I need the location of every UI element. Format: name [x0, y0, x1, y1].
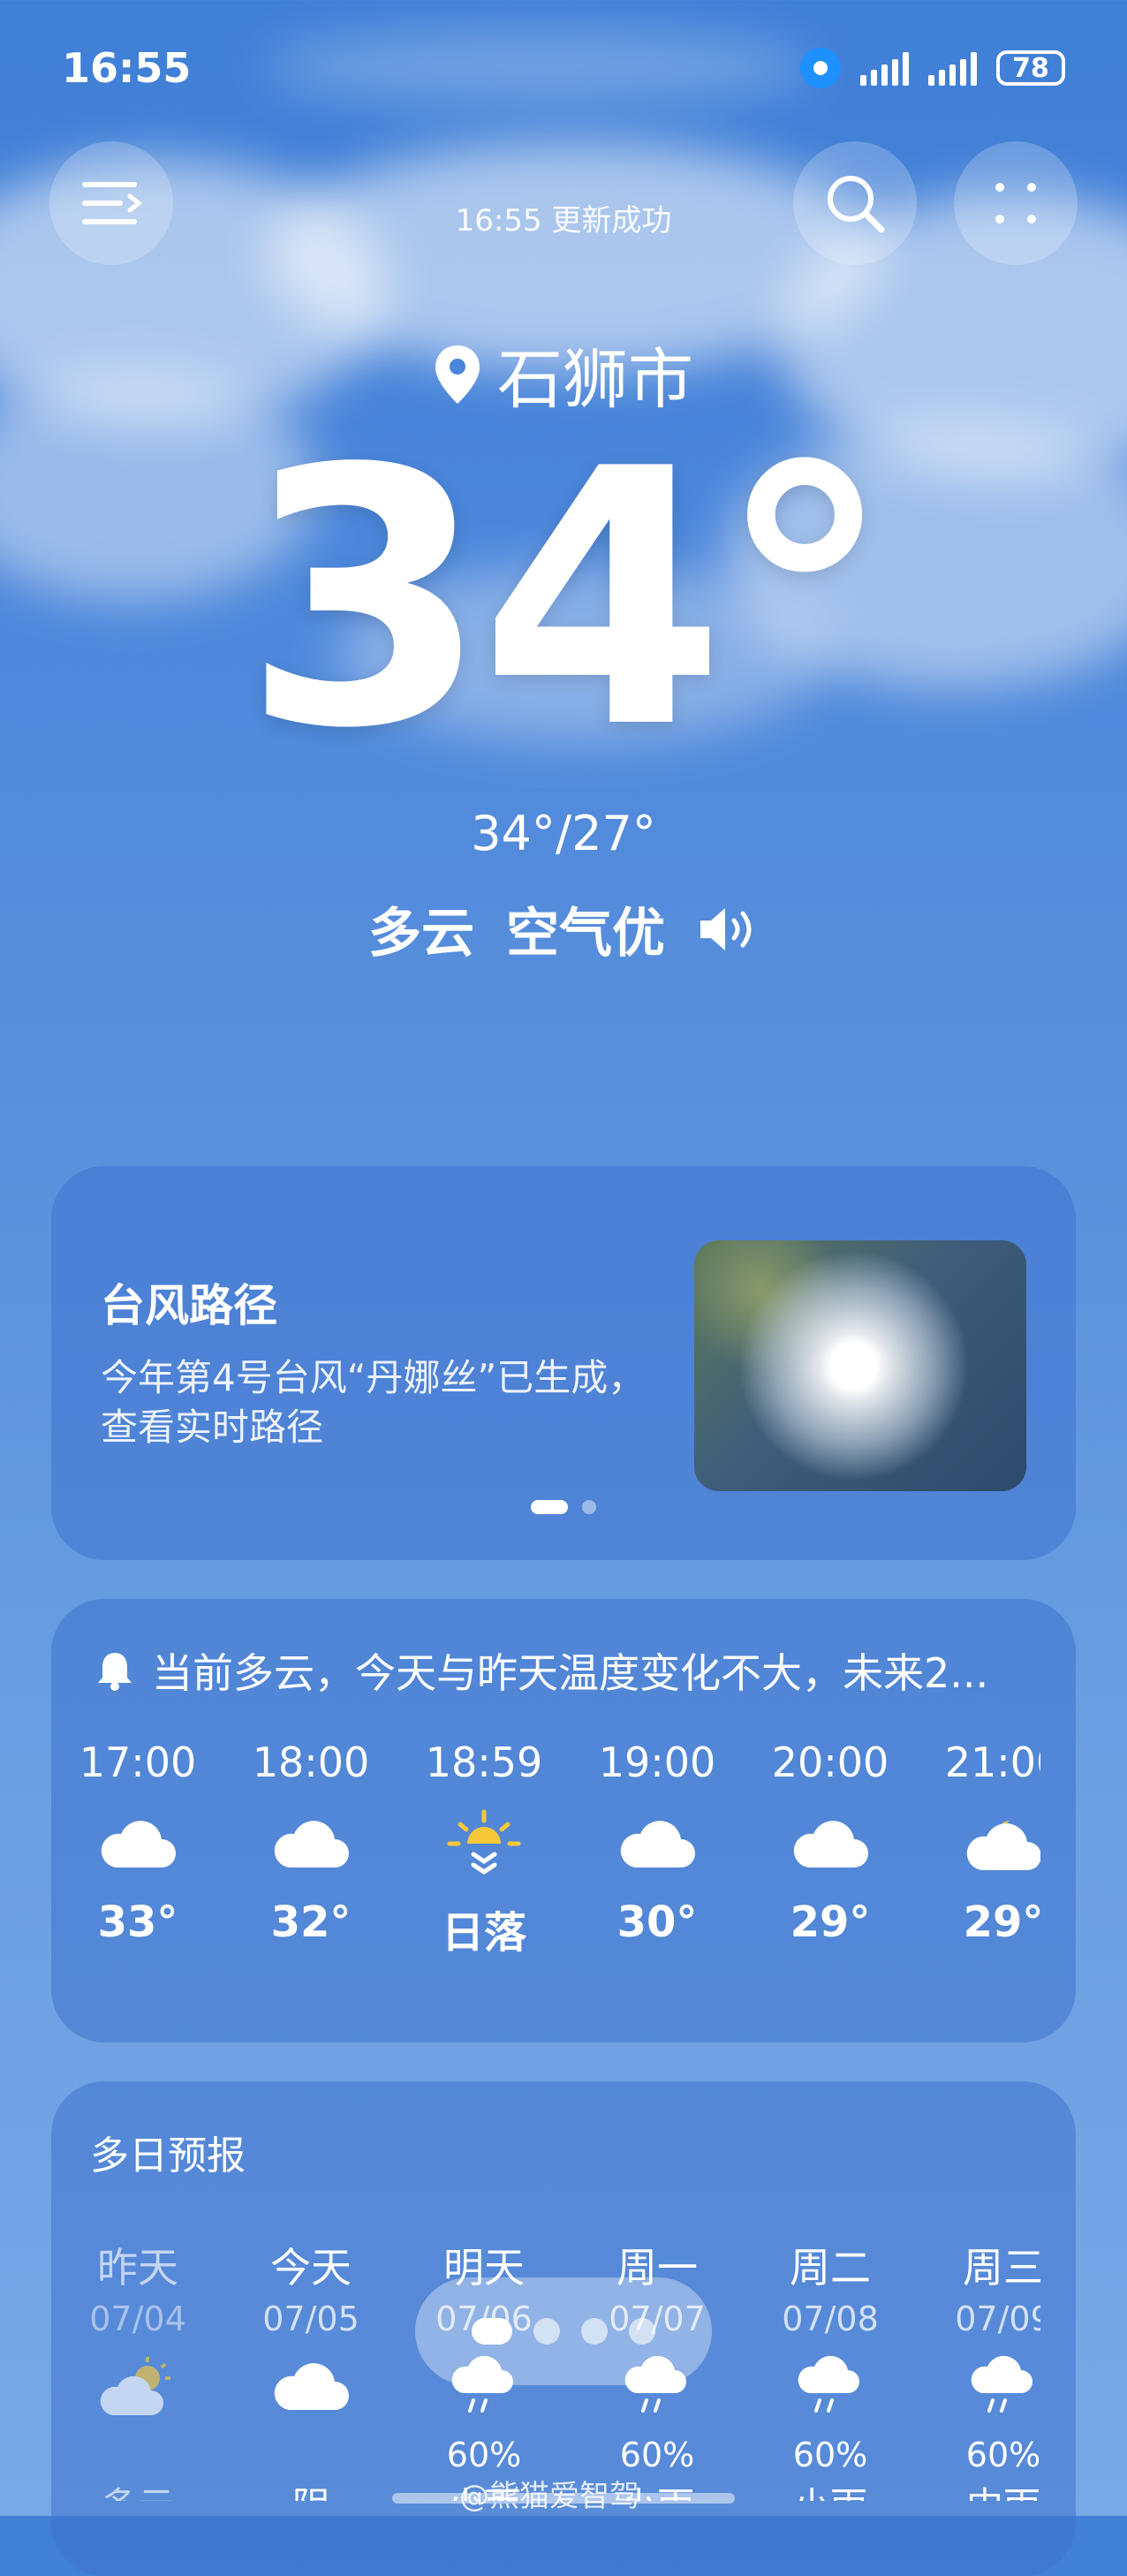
day-item[interactable]: 今天 07/05 阴 — [224, 2236, 397, 2501]
day-precip — [51, 2436, 224, 2476]
hour-item: 19:00 30° — [571, 1739, 744, 1947]
typhoon-card[interactable]: 台风路径 今年第4号台风“丹娜丝”已生成，查看实时路径 — [51, 1166, 1076, 1560]
card-page-indicator — [51, 1500, 1076, 1514]
hour-time: 19:00 — [598, 1739, 716, 1786]
day-date: 07/05 — [262, 2299, 359, 2338]
signal-icon — [860, 50, 909, 86]
bell-icon — [98, 1653, 132, 1691]
day-precip: 60% — [619, 2436, 695, 2474]
weather-hint-text: 当前多云，今天与昨天温度变化不大，未来2... — [152, 1649, 989, 1697]
partly-cloudy-icon — [100, 2357, 170, 2415]
day-item[interactable]: 周三 07/09 60% 中雨 — [917, 2236, 1040, 2501]
air-quality-text[interactable]: 空气优 — [506, 890, 665, 967]
cloud-icon — [274, 1821, 349, 1868]
home-indicator[interactable] — [392, 2493, 735, 2504]
current-condition-row: 多云 空气优 — [0, 890, 1127, 967]
cloud-icon — [274, 2363, 349, 2410]
rain-icon — [971, 2356, 1032, 2413]
current-temperature: 34° — [242, 395, 894, 806]
daily-forecast-title: 多日预报 — [90, 2133, 246, 2178]
hour-item: 17:00 33° — [51, 1739, 224, 1947]
hour-time: 18:59 — [425, 1739, 543, 1786]
hour-temperature: 33° — [97, 1898, 178, 1947]
cloud-icon — [101, 1821, 176, 1868]
city-page-indicator[interactable] — [415, 2277, 712, 2385]
typhoon-description: 今年第4号台风“丹娜丝”已生成，查看实时路径 — [101, 1356, 646, 1449]
condition-text: 多云 — [368, 903, 474, 965]
day-precip: 60% — [792, 2436, 868, 2474]
sunset-icon — [447, 1809, 521, 1875]
day-condition: 阴 — [224, 2476, 397, 2501]
hour-item: 18:59 日落 — [397, 1739, 571, 1959]
day-date: 07/04 — [89, 2299, 186, 2338]
rain-icon — [798, 2356, 859, 2413]
status-icons: 78 — [800, 48, 1065, 88]
day-condition: 中雨 — [917, 2476, 1040, 2501]
day-precip — [224, 2436, 397, 2476]
hour-temperature: 29° — [790, 1898, 871, 1947]
high-low-temperature: 34°/27° — [471, 806, 656, 861]
typhoon-satellite-image — [694, 1240, 1026, 1491]
hour-time: 21:00 — [944, 1739, 1040, 1786]
cloud-icon — [620, 1821, 695, 1868]
hour-item: 20:00 29° — [744, 1739, 917, 1947]
day-item[interactable]: 周二 07/08 60% 小雨 — [744, 2236, 917, 2501]
hour-time: 17:00 — [79, 1739, 197, 1786]
day-precip: 60% — [446, 2436, 522, 2474]
day-date: 07/09 — [955, 2299, 1040, 2338]
typhoon-title: 台风路径 — [101, 1280, 277, 1331]
hour-temperature: 30° — [616, 1898, 698, 1947]
location-icon — [800, 48, 841, 88]
cloud-moon-icon — [966, 1821, 1040, 1870]
search-button[interactable] — [793, 141, 917, 265]
hourly-list[interactable]: 17:00 33° 18:00 32° 18:59 日落 19:00 30° 2… — [51, 1739, 1040, 2004]
day-name: 周三 — [963, 2244, 1040, 2292]
day-precip: 60% — [965, 2436, 1040, 2474]
day-condition: 多云 — [51, 2476, 224, 2501]
day-condition: 小雨 — [744, 2476, 917, 2501]
day-name: 今天 — [270, 2244, 352, 2292]
day-date: 07/08 — [782, 2299, 879, 2338]
weather-hint: 当前多云，今天与昨天温度变化不大，未来2... — [95, 1641, 1040, 1700]
day-item[interactable]: 昨天 07/04 多云 — [51, 2236, 224, 2501]
hour-temperature: 32° — [270, 1898, 352, 1947]
search-icon — [828, 176, 885, 233]
hour-temperature: 29° — [963, 1898, 1040, 1947]
hour-temperature: 日落 — [441, 1908, 526, 1958]
hour-time: 18:00 — [252, 1739, 370, 1786]
hour-item: 18:00 32° — [224, 1739, 397, 1947]
day-name: 周二 — [790, 2244, 871, 2292]
battery-icon: 78 — [996, 50, 1065, 86]
status-time: 16:55 — [62, 44, 192, 92]
cloud-icon — [793, 1821, 868, 1868]
hourly-forecast-card[interactable]: 当前多云，今天与昨天温度变化不大，未来2... 17:00 33° 18:00 … — [51, 1599, 1076, 2042]
signal-icon-2 — [928, 50, 977, 86]
more-icon — [995, 183, 1036, 224]
hour-item: 21:00 29° — [917, 1739, 1040, 1947]
day-name: 昨天 — [97, 2244, 178, 2292]
hour-time: 20:00 — [771, 1739, 889, 1786]
more-button[interactable] — [954, 141, 1078, 265]
speaker-icon[interactable] — [697, 905, 759, 954]
